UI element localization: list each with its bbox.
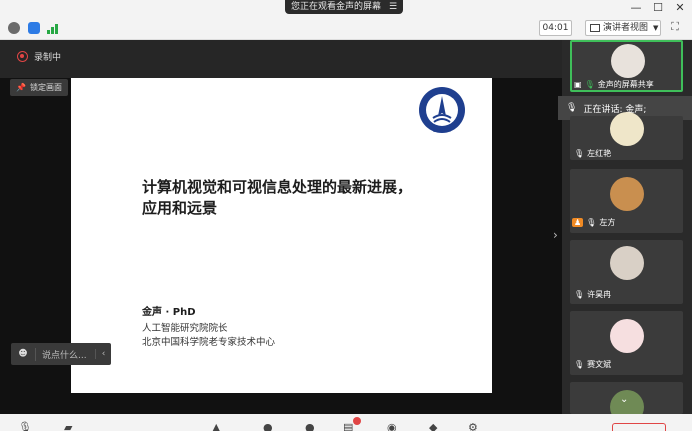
apps-icon[interactable]: ◆: [429, 421, 437, 431]
share-banner[interactable]: 您正在观看金声的屏幕 ☰: [285, 0, 404, 14]
invite-icon[interactable]: ●: [305, 421, 315, 431]
record-icon[interactable]: [17, 51, 28, 62]
participant-name: 金声的屏幕共享: [597, 80, 654, 89]
avatar: [611, 44, 645, 78]
slide-title-line1: 计算机视觉和可视信息处理的最新进展，: [142, 178, 413, 196]
presentation-slide: CASAEST 计算机视觉和可视信息处理的最新进展， 应用和远景 金声 · Ph…: [71, 78, 492, 393]
mic-icon: 🎙: [584, 80, 595, 89]
mic-icon[interactable]: 🎙: [18, 421, 32, 431]
recording-label: 录制中: [34, 53, 62, 63]
leave-button[interactable]: [612, 423, 666, 431]
speaking-text: 正在讲话: 金声;: [583, 104, 647, 115]
screen-share-icon: ▣: [574, 80, 582, 89]
tile-label: ♟ 🎙 左方: [572, 217, 615, 228]
signal-icon[interactable]: [47, 22, 61, 34]
emoji-icon[interactable]: ☻: [11, 349, 35, 359]
tile-label: 🎙 许昊冉: [574, 289, 611, 300]
share-screen-icon[interactable]: ▲: [212, 421, 220, 431]
slide-affiliation-2: 北京中国科学院老专家技术中心: [142, 337, 276, 348]
participant-tile[interactable]: 🎙 赛文斌: [570, 311, 683, 375]
participant-tile[interactable]: ⌄: [570, 382, 683, 424]
participant-tile[interactable]: 🎙 许昊冉: [570, 240, 683, 304]
tile-label: 🎙 赛文斌: [574, 359, 611, 370]
avatar: [610, 319, 644, 353]
info-icon[interactable]: [8, 22, 20, 34]
slide-author: 金声 · PhD: [142, 307, 196, 318]
slide-title-line2: 应用和远景: [142, 199, 218, 217]
menu-icon[interactable]: ☰: [389, 0, 397, 14]
recording-bar: [0, 40, 562, 78]
participant-name: 许昊冉: [587, 290, 612, 299]
chat-placeholder: 说点什么...: [35, 347, 95, 361]
host-icon: ♟: [572, 218, 584, 227]
avatar: [610, 177, 644, 211]
slide-affiliation-1: 人工智能研究院院长: [142, 323, 228, 334]
participant-name: 左方: [599, 218, 616, 227]
chat-badge: [353, 417, 361, 425]
scroll-down-icon[interactable]: ⌄: [620, 394, 628, 405]
participant-tile[interactable]: ♟ 🎙 左方: [570, 169, 683, 233]
layout-icon: [590, 24, 600, 32]
participants-icon[interactable]: ●: [263, 421, 273, 431]
casaest-logo-icon: [419, 87, 465, 133]
participant-name: 赛文斌: [587, 360, 612, 369]
record-button-icon[interactable]: ◉: [387, 421, 397, 431]
chevron-right-icon[interactable]: ›: [553, 228, 558, 242]
lock-view-label: 锁定画面: [29, 83, 62, 92]
participant-tile[interactable]: 🎙 左红艳: [570, 112, 683, 160]
mic-muted-icon: 🎙: [574, 290, 585, 299]
lock-view-button[interactable]: 📌 锁定画面: [10, 79, 68, 96]
chat-input[interactable]: ☻ 说点什么... ‹: [11, 343, 111, 365]
mic-muted-icon: 🎙: [574, 149, 585, 158]
shield-icon[interactable]: [28, 22, 40, 34]
speaker-view-button[interactable]: 演讲者视图 ▼: [585, 20, 661, 36]
slide-title: 计算机视觉和可视信息处理的最新进展， 应用和远景: [142, 177, 462, 219]
chat-icon[interactable]: ▤: [343, 421, 353, 431]
participant-name: 左红艳: [587, 149, 612, 158]
avatar: [610, 246, 644, 280]
settings-icon[interactable]: ⚙: [468, 421, 478, 431]
camera-icon[interactable]: ▰: [64, 421, 72, 431]
fullscreen-icon[interactable]: ⛶: [668, 20, 682, 34]
speaker-icon: 🎙: [566, 103, 578, 113]
participant-tile[interactable]: ▣ 🎙 金声的屏幕共享: [570, 40, 683, 92]
minimize-icon[interactable]: —: [626, 0, 646, 16]
speaker-view-label: 演讲者视图: [603, 23, 649, 33]
meeting-timer: 04:01: [539, 20, 572, 36]
chevron-down-icon: ▼: [653, 24, 659, 32]
close-icon[interactable]: ✕: [670, 0, 690, 16]
tile-label: 🎙 左红艳: [574, 148, 611, 159]
avatar: [610, 112, 644, 146]
pin-icon: 📌: [16, 83, 26, 92]
share-banner-text: 您正在观看金声的屏幕: [291, 2, 382, 12]
logo-caption: CASAEST: [432, 128, 452, 133]
mic-muted-icon: 🎙: [574, 360, 585, 369]
maximize-icon[interactable]: ☐: [648, 0, 668, 16]
tile-label: ▣ 🎙 金声的屏幕共享: [574, 79, 654, 90]
chevron-left-icon[interactable]: ‹: [95, 349, 111, 359]
mic-muted-icon: 🎙: [586, 218, 597, 227]
